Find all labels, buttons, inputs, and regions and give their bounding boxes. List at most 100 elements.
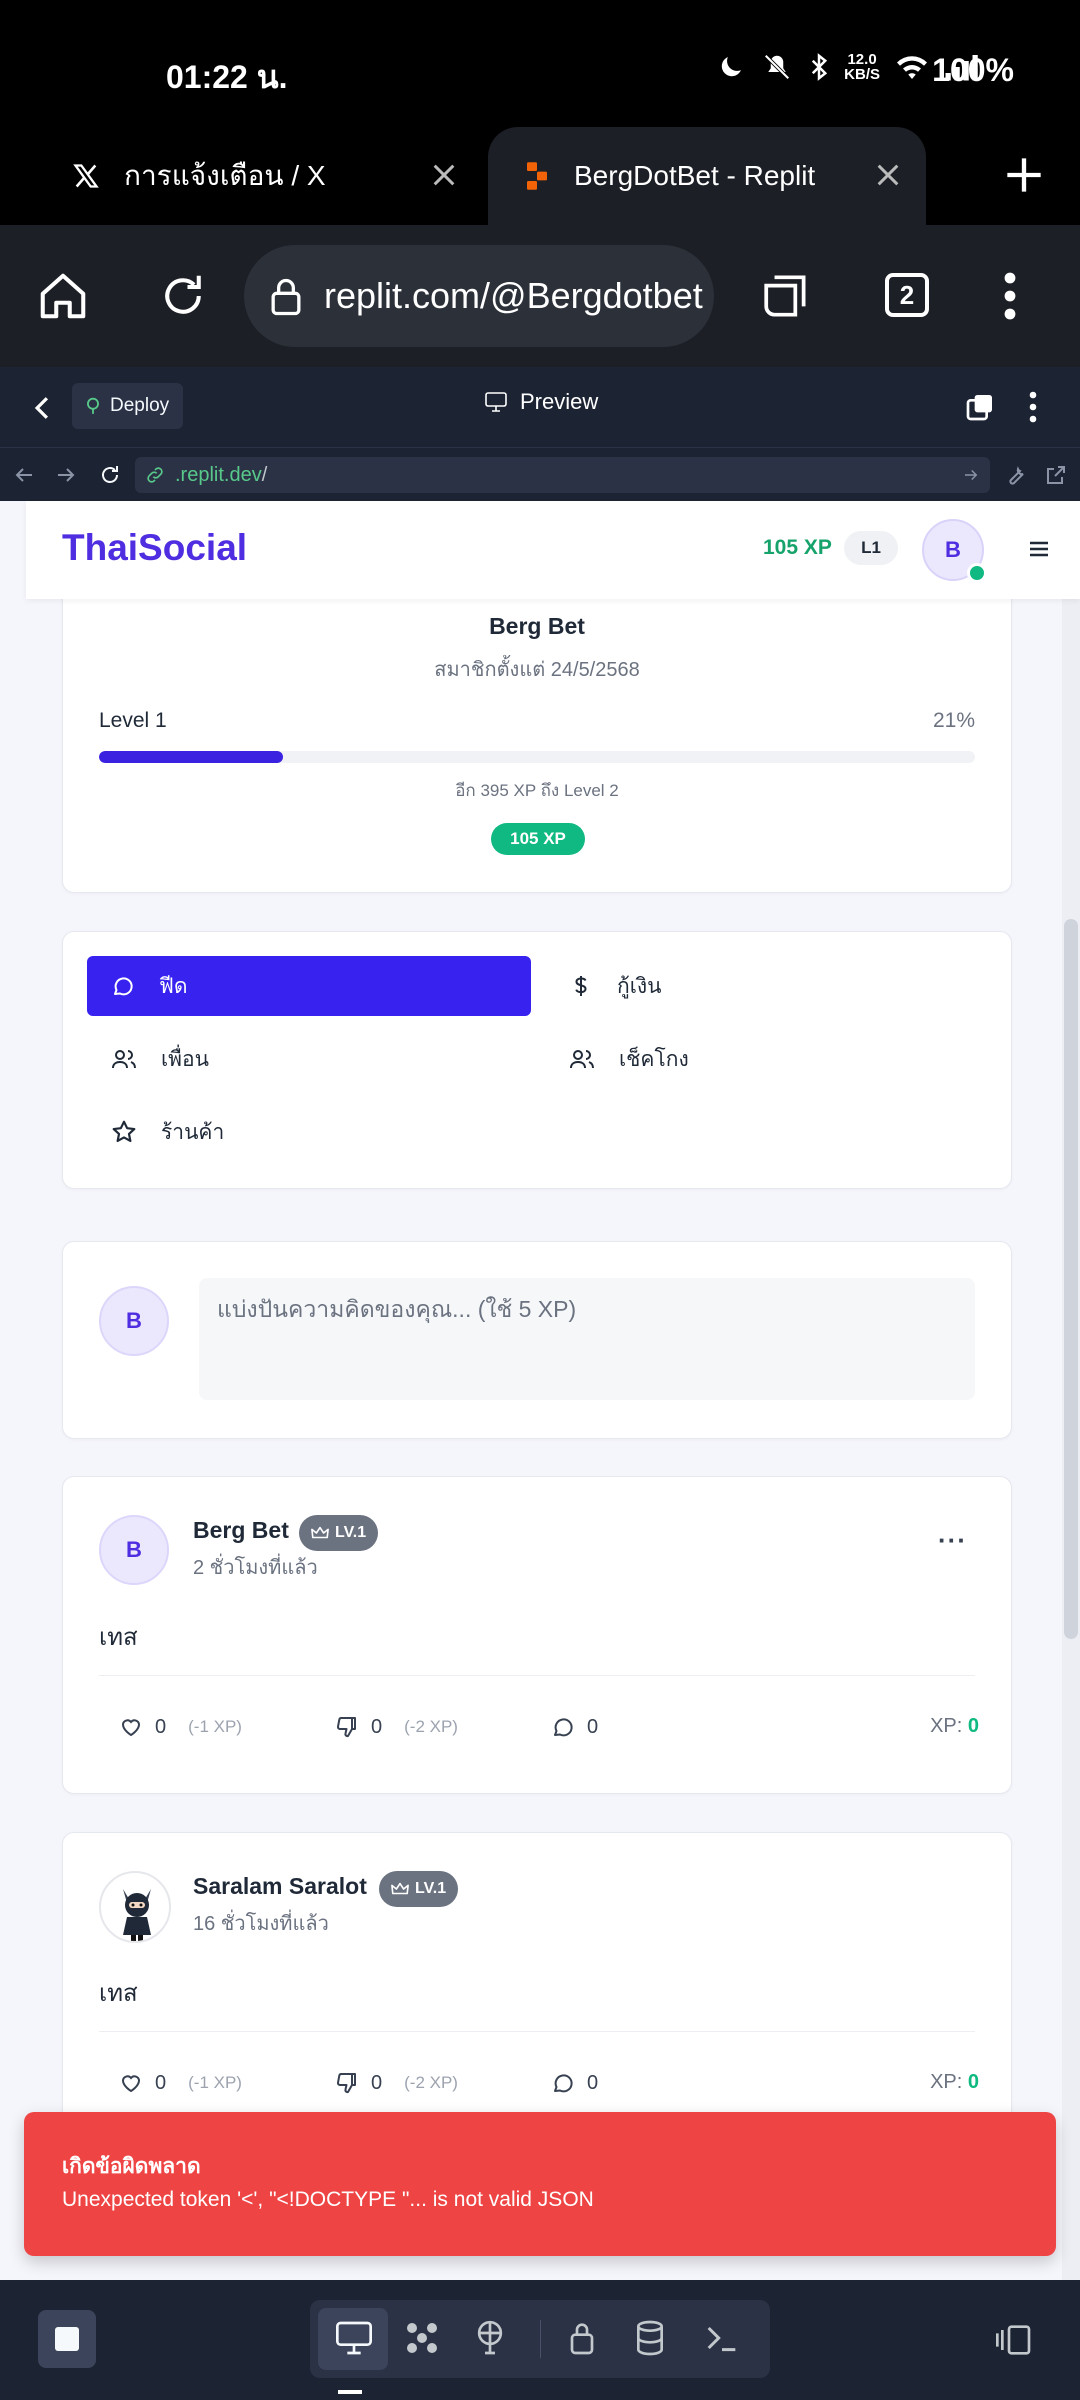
reload-icon[interactable] bbox=[156, 269, 210, 323]
open-external-icon[interactable] bbox=[1044, 463, 1068, 487]
error-toast[interactable]: เกิดข้อผิดพลาด Unexpected token '<', "<!… bbox=[24, 2112, 1056, 2256]
browser-tab-x[interactable]: การแจ้งเตือน / X bbox=[0, 127, 480, 225]
address-bar[interactable]: replit.com/@Bergdotbet bbox=[244, 245, 714, 347]
deployments-icon[interactable] bbox=[470, 2318, 510, 2358]
home-indicator bbox=[338, 2390, 362, 2394]
x-logo-icon bbox=[73, 164, 99, 188]
avatar-ninja-image[interactable] bbox=[99, 1871, 171, 1943]
scrollbar-thumb[interactable] bbox=[1064, 919, 1078, 1639]
dislike-button[interactable]: 0 (-2 XP) bbox=[335, 2063, 458, 2103]
replit-header: Deploy Preview bbox=[0, 367, 1080, 447]
go-arrow-icon[interactable] bbox=[962, 466, 980, 484]
hamburger-menu-icon[interactable] bbox=[1028, 539, 1050, 559]
dislike-button[interactable]: 0 (-2 XP) bbox=[335, 1707, 458, 1747]
users-icon bbox=[112, 1050, 136, 1069]
forward-arrow-icon[interactable] bbox=[54, 463, 78, 487]
back-arrow-icon[interactable] bbox=[12, 463, 36, 487]
refresh-icon[interactable] bbox=[98, 463, 122, 487]
like-cost: (-1 XP) bbox=[188, 1717, 242, 1736]
like-count: 0 bbox=[155, 1715, 167, 1738]
menu-item-label: เพื่อน bbox=[161, 1047, 209, 1071]
comment-count: 0 bbox=[587, 2071, 599, 2094]
post-xp-label: XP: bbox=[930, 1715, 963, 1737]
dislike-count: 0 bbox=[371, 1715, 383, 1738]
like-count: 0 bbox=[155, 2071, 167, 2094]
menu-item-loan[interactable]: กู้เงิน bbox=[545, 956, 989, 1016]
webview-url[interactable]: .replit.dev / bbox=[135, 457, 990, 493]
post-card: B Berg Bet LV.1 2 ชั่วโมงที่แล้ว ··· เทส… bbox=[62, 1476, 1012, 1794]
post-time: 16 ชั่วโมงที่แล้ว bbox=[193, 1913, 329, 1935]
brand-logo[interactable]: ThaiSocial bbox=[62, 527, 247, 569]
menu-item-feed[interactable]: ฟีด bbox=[87, 956, 531, 1016]
bluetooth-icon bbox=[812, 53, 828, 81]
close-tab-icon[interactable] bbox=[872, 159, 904, 191]
crown-icon bbox=[311, 1526, 329, 1539]
post-xp-value: 0 bbox=[967, 1715, 979, 1737]
level-label: Level 1 bbox=[99, 709, 167, 732]
deploy-button[interactable]: Deploy bbox=[72, 383, 184, 429]
pane-menu-icon[interactable] bbox=[1026, 389, 1040, 425]
divider bbox=[99, 2031, 975, 2032]
home-icon[interactable] bbox=[36, 269, 90, 323]
compose-input[interactable] bbox=[199, 1278, 975, 1400]
back-chevron-icon[interactable] bbox=[32, 395, 52, 421]
url-text: replit.com/@Bergdotbet bbox=[324, 275, 703, 316]
new-window-icon[interactable] bbox=[964, 391, 996, 423]
preview-tab[interactable]: Preview bbox=[484, 389, 598, 415]
dislike-cost: (-2 XP) bbox=[404, 1717, 458, 1736]
webview-nav-bar: .replit.dev / bbox=[0, 447, 1080, 501]
secrets-lock-icon[interactable] bbox=[562, 2318, 602, 2358]
preview-label: Preview bbox=[520, 389, 599, 414]
status-time: 01:22 น. bbox=[166, 59, 288, 95]
menu-item-shop[interactable]: ร้านค้า bbox=[87, 1102, 531, 1162]
link-icon bbox=[147, 467, 163, 483]
stop-button[interactable] bbox=[38, 2310, 96, 2368]
browser-tab-strip: การแจ้งเตือน / X BergDotBet - Replit bbox=[0, 125, 1080, 225]
toolbar-separator bbox=[540, 2320, 541, 2358]
post-time: 2 ชั่วโมงที่แล้ว bbox=[193, 1557, 318, 1579]
net-speed: 12.0 KB/S bbox=[844, 51, 880, 83]
url-path: / bbox=[261, 463, 268, 486]
like-button[interactable]: 0 (-1 XP) bbox=[119, 1707, 242, 1747]
comment-button[interactable]: 0 bbox=[551, 2063, 598, 2103]
toast-message: Unexpected token '<', "<!DOCTYPE "... is… bbox=[62, 2188, 594, 2211]
wifi-icon bbox=[897, 56, 927, 79]
post-more-button[interactable]: ··· bbox=[938, 1525, 967, 1556]
users-check-icon bbox=[570, 1050, 594, 1069]
comment-icon bbox=[554, 2074, 573, 2093]
post-author[interactable]: Saralam Saralot bbox=[193, 1873, 367, 1900]
lock-icon bbox=[271, 278, 301, 316]
post-body: เทส bbox=[99, 1624, 138, 1651]
new-tab-icon[interactable] bbox=[1004, 155, 1044, 195]
database-icon[interactable] bbox=[630, 2318, 670, 2358]
shell-terminal-icon[interactable] bbox=[702, 2318, 742, 2358]
avatar[interactable]: B bbox=[99, 1515, 169, 1585]
level-badge: LV.1 bbox=[379, 1871, 459, 1907]
replit-bottom-toolbar bbox=[0, 2280, 1080, 2400]
post-author[interactable]: Berg Bet bbox=[193, 1517, 289, 1544]
wrench-icon[interactable] bbox=[1004, 463, 1028, 487]
comment-button[interactable]: 0 bbox=[551, 1707, 598, 1747]
thumbs-down-icon bbox=[337, 2073, 356, 2094]
like-button[interactable]: 0 (-1 XP) bbox=[119, 2063, 242, 2103]
replit-logo-icon bbox=[527, 162, 547, 190]
menu-item-fraud-check[interactable]: เช็คโกง bbox=[545, 1029, 989, 1089]
close-tab-icon[interactable] bbox=[428, 159, 460, 191]
overflow-menu-icon[interactable] bbox=[1000, 269, 1020, 323]
post-xp: XP: 0 bbox=[930, 1715, 979, 1738]
avatar: B bbox=[99, 1286, 169, 1356]
heart-icon bbox=[121, 1719, 141, 1737]
menu-item-label: เช็คโกง bbox=[619, 1047, 689, 1071]
chat-bubble-icon bbox=[114, 977, 133, 996]
comment-count: 0 bbox=[587, 1715, 599, 1738]
page-tools-icon[interactable] bbox=[760, 271, 814, 321]
browser-tab-replit[interactable]: BergDotBet - Replit bbox=[488, 127, 926, 225]
agent-icon[interactable] bbox=[402, 2318, 442, 2358]
ninja-avatar-icon bbox=[123, 1889, 151, 1941]
scrollbar[interactable] bbox=[1062, 599, 1080, 2280]
tab-switcher-button[interactable]: 2 bbox=[885, 273, 929, 317]
panels-icon[interactable] bbox=[994, 2320, 1034, 2360]
url-host: .replit.dev bbox=[175, 463, 262, 486]
menu-item-friends[interactable]: เพื่อน bbox=[87, 1029, 531, 1089]
preview-monitor-icon[interactable] bbox=[334, 2318, 374, 2358]
